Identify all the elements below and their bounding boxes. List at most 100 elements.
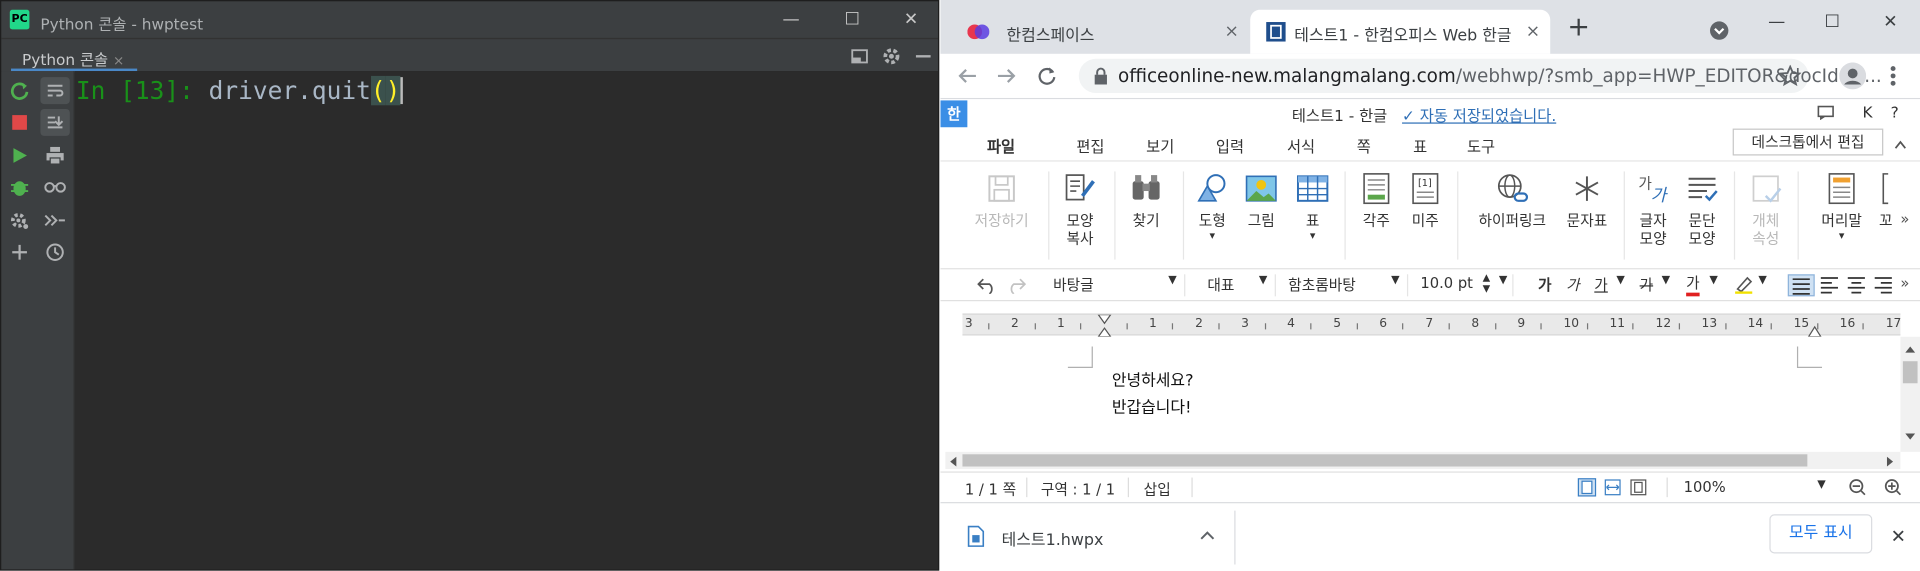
format-more-icon[interactable]: » <box>1900 274 1909 296</box>
download-chevron-up-icon[interactable] <box>1200 530 1215 540</box>
view-page-icon[interactable] <box>1577 478 1597 498</box>
zoom-dropdown[interactable]: 100% ▼ <box>1684 479 1833 496</box>
reload-icon[interactable] <box>1037 66 1057 86</box>
table-button[interactable]: 표 ▾ <box>1291 162 1335 270</box>
hide-panel-icon[interactable] <box>912 45 934 67</box>
history-clock-icon[interactable] <box>40 239 69 266</box>
right-margin-marker-icon[interactable] <box>1807 324 1822 337</box>
desktop-edit-button[interactable]: 데스크톱에서 편집 <box>1732 128 1884 156</box>
header-dropdown-caret[interactable]: ▾ <box>1805 228 1878 246</box>
italic-button[interactable]: 가 <box>1566 274 1580 296</box>
align-left-icon[interactable] <box>1817 274 1841 296</box>
strikethrough-dropdown-caret[interactable]: ▼ <box>1662 274 1670 296</box>
menu-page[interactable]: 쪽 <box>1357 133 1371 156</box>
console-input-line[interactable]: In [13]: driver.quit() <box>76 75 403 106</box>
view-width-icon[interactable] <box>1603 478 1623 498</box>
menu-edit[interactable]: 편집 <box>1076 133 1104 156</box>
char-shape-button[interactable]: 가가 글자 모양 <box>1631 162 1675 270</box>
save-button[interactable]: 저장하기 <box>967 162 1036 270</box>
underline-dropdown-caret[interactable]: ▼ <box>1616 274 1624 296</box>
bookmark-star-icon[interactable] <box>1779 64 1802 87</box>
restore-layout-icon[interactable] <box>849 45 871 67</box>
para-shape-button[interactable]: 문단 모양 <box>1680 162 1724 270</box>
scroll-left-arrow-icon[interactable] <box>948 456 958 468</box>
font-dropdown[interactable]: 함초롬바탕 ▼ <box>1281 274 1409 297</box>
stop-icon[interactable] <box>5 109 34 136</box>
scroll-right-arrow-icon[interactable] <box>1886 456 1896 468</box>
style-dropdown[interactable]: 바탕글 ▼ <box>1043 274 1186 297</box>
print-icon[interactable] <box>40 142 69 169</box>
bold-button[interactable]: 가 <box>1538 274 1552 296</box>
show-all-downloads-button[interactable]: 모두 표시 <box>1769 514 1873 554</box>
strikethrough-button[interactable]: 가 <box>1640 274 1654 296</box>
header-button[interactable]: 머리말 ▾ <box>1805 162 1878 270</box>
tab-search-icon[interactable] <box>1709 21 1729 41</box>
shape-dropdown-caret[interactable]: ▾ <box>1190 228 1234 246</box>
close-icon[interactable]: ✕ <box>1883 12 1897 32</box>
redo-icon[interactable] <box>1007 274 1027 296</box>
align-center-icon[interactable] <box>1844 274 1868 296</box>
zoom-in-icon[interactable] <box>1884 479 1902 496</box>
zoom-out-icon[interactable] <box>1849 479 1866 496</box>
settings-gear-icon[interactable] <box>880 45 902 67</box>
tab-hancomspace[interactable]: 한컴스페이스 × <box>953 10 1249 54</box>
font-color-button[interactable]: 가 <box>1686 274 1700 297</box>
highlight-dropdown-caret[interactable]: ▼ <box>1758 274 1766 296</box>
scroll-to-end-icon[interactable] <box>40 108 70 136</box>
autosave-status-link[interactable]: ✓ 자동 저장되었습니다. <box>1402 103 1556 126</box>
indent-marker-icon[interactable] <box>1097 314 1112 337</box>
insert-mode[interactable]: 삽입 <box>1144 479 1171 500</box>
profile-avatar-icon[interactable] <box>1839 62 1867 90</box>
view-variables-glasses-icon[interactable] <box>40 174 69 201</box>
comment-icon[interactable] <box>1817 105 1834 121</box>
menu-format[interactable]: 서식 <box>1287 133 1315 156</box>
debug-bug-icon[interactable] <box>5 174 34 201</box>
vertical-scrollbar[interactable] <box>1900 336 1920 452</box>
tab-close-icon[interactable]: × <box>1526 22 1540 42</box>
language-dropdown[interactable]: 대표 ▼ <box>1198 274 1276 297</box>
underline-button[interactable]: 가 <box>1594 274 1608 296</box>
account-initial[interactable]: K <box>1862 103 1872 121</box>
object-properties-button[interactable]: 개체 속성 <box>1744 162 1788 270</box>
close-download-bar-icon[interactable]: ✕ <box>1891 525 1906 547</box>
symbol-button[interactable]: 문자표 <box>1560 162 1614 270</box>
lock-icon[interactable] <box>1093 67 1108 85</box>
tab-hancom-web-hangul[interactable]: 테스트1 - 한컴오피스 Web 한글 × <box>1250 9 1551 54</box>
minimize-icon[interactable]: — <box>1768 12 1785 32</box>
new-tab-button[interactable]: + <box>1567 12 1590 43</box>
view-fullpage-icon[interactable] <box>1629 478 1649 498</box>
endnote-button[interactable]: [1] 미주 <box>1403 162 1447 270</box>
horizontal-scroll-thumb[interactable] <box>962 454 1808 467</box>
hyperlink-button[interactable]: 하이퍼링크 <box>1469 162 1555 270</box>
chrome-menu-icon[interactable] <box>1889 65 1896 87</box>
soft-wrap-icon[interactable] <box>40 77 70 105</box>
menu-table[interactable]: 표 <box>1413 133 1427 156</box>
align-justify-icon[interactable] <box>1787 274 1815 297</box>
document-body[interactable]: 안녕하세요? 반갑습니다! <box>1112 369 1194 423</box>
footer-button-partial[interactable]: 꼬 <box>1873 162 1897 270</box>
table-dropdown-caret[interactable]: ▾ <box>1291 228 1335 246</box>
console-editor[interactable]: In [13]: driver.quit() <box>74 71 938 570</box>
menu-tools[interactable]: 도구 <box>1467 133 1495 156</box>
tab-python-console[interactable]: Python 콘솔 × <box>11 39 137 73</box>
help-button[interactable]: ? <box>1891 103 1899 121</box>
console-settings-icon[interactable] <box>5 207 34 234</box>
footnote-button[interactable]: 각주 <box>1354 162 1398 270</box>
new-console-plus-icon[interactable] <box>5 239 34 266</box>
menu-view[interactable]: 보기 <box>1146 133 1174 156</box>
shape-button[interactable]: 도형 ▾ <box>1190 162 1234 270</box>
vertical-scroll-thumb[interactable] <box>1902 361 1918 384</box>
maximize-icon[interactable]: ☐ <box>1825 12 1840 32</box>
download-filename[interactable]: 테스트1.hwpx <box>1002 527 1104 549</box>
minimize-icon[interactable]: — <box>780 9 802 31</box>
command-queue-icon[interactable] <box>40 207 69 234</box>
picture-button[interactable]: 그림 <box>1239 162 1283 270</box>
address-bar[interactable]: officeonline-new.malangmalang.com/webhwp… <box>1078 58 1882 94</box>
tab-close-icon[interactable]: × <box>1225 22 1239 42</box>
execute-icon[interactable] <box>5 142 34 169</box>
font-size-stepper[interactable]: 10.0 pt ▲ ▼ ▼ <box>1416 272 1514 297</box>
hancom-logo[interactable]: 한 <box>940 100 968 128</box>
ribbon-more-icon[interactable]: » <box>1900 211 1909 228</box>
back-arrow-icon[interactable] <box>958 66 978 86</box>
maximize-icon[interactable]: ☐ <box>841 9 863 31</box>
